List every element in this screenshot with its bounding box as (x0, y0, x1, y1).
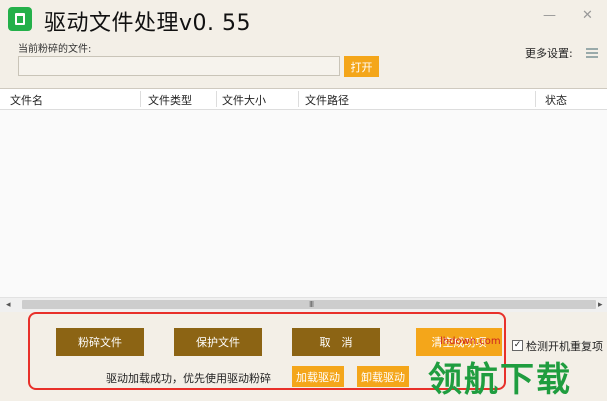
col-file-type[interactable]: 文件类型 (148, 92, 192, 108)
close-icon[interactable]: ✕ (582, 8, 593, 23)
open-button[interactable]: 打开 (344, 56, 379, 77)
col-status[interactable]: 状态 (545, 92, 567, 108)
scroll-grip-icon: III (309, 300, 314, 309)
current-file-input[interactable] (18, 56, 340, 76)
current-file-label: 当前粉碎的文件: (18, 44, 92, 55)
shred-files-button[interactable]: 粉碎文件 (56, 328, 144, 356)
col-file-size[interactable]: 文件大小 (222, 92, 266, 108)
unload-driver-button[interactable]: 卸载驱动 (357, 366, 409, 387)
minimize-icon[interactable]: — (543, 8, 556, 23)
cancel-button[interactable]: 取 消 (292, 328, 380, 356)
app-trash-icon (8, 7, 32, 31)
horizontal-scrollbar[interactable]: ◂ III ▸ (0, 297, 607, 312)
scroll-left-icon[interactable]: ◂ (6, 298, 11, 312)
scroll-right-icon[interactable]: ▸ (598, 298, 603, 312)
window-title: 驱动文件处理v0. 55 (44, 11, 251, 36)
more-settings-label: 更多设置: (525, 47, 573, 60)
table-header: 文件名 文件类型 文件大小 文件路径 状态 (0, 89, 607, 110)
watermark-site: lhdown.com (440, 336, 501, 347)
col-file-name[interactable]: 文件名 (10, 92, 43, 108)
protect-files-button[interactable]: 保护文件 (174, 328, 262, 356)
file-table: 文件名 文件类型 文件大小 文件路径 状态 ◂ III ▸ (0, 88, 607, 312)
load-driver-button[interactable]: 加载驱动 (292, 366, 344, 387)
driver-status-message: 驱动加载成功，优先使用驱动粉碎 (106, 372, 271, 385)
watermark-brand: 领航下载 (428, 360, 572, 400)
settings-menu-icon[interactable] (586, 48, 598, 58)
check-boot-duplicates-checkbox[interactable]: ✓ (512, 340, 523, 351)
scroll-thumb[interactable]: III (22, 300, 596, 309)
col-file-path[interactable]: 文件路径 (305, 92, 349, 108)
